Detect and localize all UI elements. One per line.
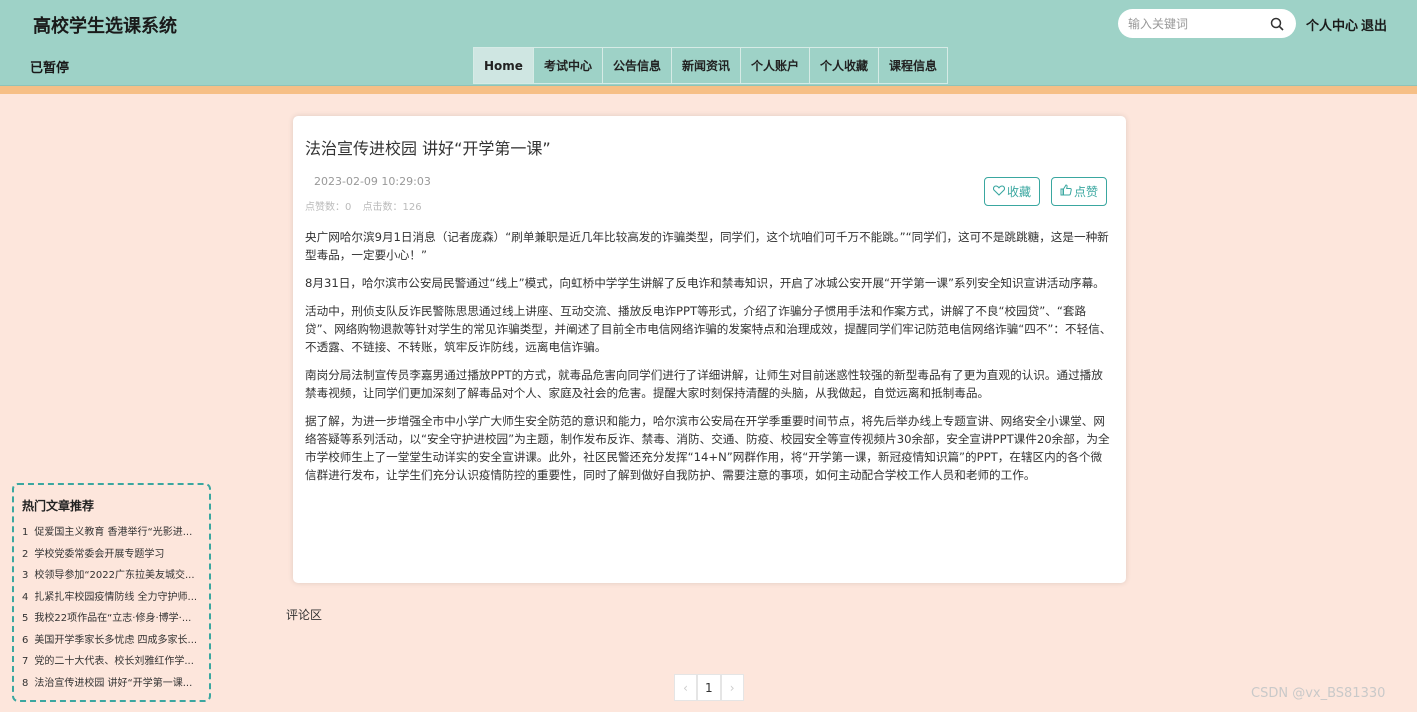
header-stripe [0, 86, 1417, 94]
pagination: ‹ 1 › [674, 674, 744, 701]
main-nav: Home 考试中心 公告信息 新闻资讯 个人账户 个人收藏 课程信息 [473, 47, 949, 84]
hot-articles-title: 热门文章推荐 [22, 499, 95, 513]
hot-article-number: 8 [22, 677, 29, 689]
article-paragraph: 南岗分局法制宣传员李嘉男通过播放PPT的方式，就毒品危害向同学们进行了详细讲解，… [305, 368, 1103, 400]
hot-article-title: 校领导参加“2022广东拉美友城交... [34, 570, 195, 581]
nav-account[interactable]: 个人账户 [739, 47, 809, 84]
nav-home[interactable]: Home [473, 47, 533, 84]
search-box [1118, 9, 1296, 38]
hot-article-title: 促爱国主义教育 香港举行“光影进... [34, 527, 193, 538]
hot-article-number: 5 [22, 613, 29, 624]
like-count: 点赞数：0 [305, 202, 352, 213]
nav-exam-center[interactable]: 考试中心 [532, 47, 602, 84]
header: 高校学生选课系统 已暂停 个人中心 退出 Home 考试中心 公告信息 新闻资讯… [0, 0, 1417, 86]
article-paragraph: 央广网哈尔滨9月1日消息（记者庞森）“刷单兼职是近几年比较高发的诈骗类型，同学们… [305, 230, 1109, 262]
hot-article-number: 6 [22, 634, 29, 646]
favorite-button[interactable]: 收藏 [984, 177, 1040, 206]
nav-favorites[interactable]: 个人收藏 [809, 47, 879, 84]
nav-announcements[interactable]: 公告信息 [601, 47, 671, 84]
like-label: 点赞 [1073, 185, 1098, 199]
page-number-button[interactable]: 1 [697, 674, 721, 701]
hot-article-title: 学校党委常委会开展专题学习 [34, 548, 165, 560]
hot-articles-panel: 热门文章推荐 1 促爱国主义教育 香港举行“光影进... 2 学校党委常委会开展专题… [12, 483, 211, 702]
hot-article-title: 法治宣传进校园 讲好“开学第一课... [34, 677, 193, 689]
article-date: 2023-02-09 10:29:03 [314, 175, 431, 188]
click-count: 点击数：126 [362, 202, 422, 213]
hot-article-number: 7 [22, 656, 29, 667]
article-card: 法治宣传进校园 讲好“开学第一课” 2023-02-09 10:29:03 点赞… [293, 116, 1126, 583]
personal-center-link[interactable]: 个人中心 [1306, 15, 1358, 34]
article-body: 央广网哈尔滨9月1日消息（记者庞森）“刷单兼职是近几年比较高发的诈骗类型，同学们… [305, 228, 1113, 494]
logout-link[interactable]: 退出 [1361, 15, 1387, 34]
hot-article-item[interactable]: 5 我校22项作品在“立志·修身·博学·... [22, 608, 206, 630]
article-paragraph: 8月31日，哈尔滨市公安局民警通过“线上”模式，向虹桥中学学生讲解了反电诈和禁毒… [305, 276, 1105, 290]
like-button[interactable]: 点赞 [1051, 177, 1107, 206]
search-icon[interactable] [1270, 16, 1286, 32]
heart-icon [992, 184, 1006, 199]
search-input[interactable] [1128, 16, 1268, 31]
article-stats: 点赞数：0 点击数：126 [305, 198, 430, 213]
article-paragraph: 活动中，刑侦支队反诈民警陈思思通过线上讲座、互动交流、播放反电诈PPT等形式，介… [305, 304, 1112, 354]
comments-label: 评论区 [286, 608, 323, 622]
hot-article-number: 2 [22, 548, 29, 560]
hot-article-number: 4 [22, 591, 29, 603]
hot-article-item[interactable]: 8 法治宣传进校园 讲好“开学第一课... [22, 673, 206, 695]
next-page-button[interactable]: › [720, 674, 744, 701]
hot-article-number: 1 [22, 527, 29, 538]
hot-article-item[interactable]: 6 美国开学季家长多忧虑 四成多家长... [22, 630, 206, 652]
hot-article-item[interactable]: 4 扎紧扎牢校园疫情防线 全力守护师... [22, 587, 206, 609]
hot-article-title: 党的二十大代表、校长刘雅红作学... [34, 656, 194, 667]
hot-article-title: 美国开学季家长多忧虑 四成多家长... [34, 634, 198, 646]
watermark: CSDN @vx_BS81330 [1251, 686, 1386, 701]
favorite-label: 收藏 [1006, 185, 1031, 199]
hot-article-title: 扎紧扎牢校园疫情防线 全力守护师... [34, 591, 198, 603]
thumbs-up-icon [1060, 184, 1072, 199]
hot-article-item[interactable]: 1 促爱国主义教育 香港举行“光影进... [22, 522, 206, 544]
prev-page-button[interactable]: ‹ [674, 674, 697, 701]
hot-article-title: 我校22项作品在“立志·修身·博学·... [34, 613, 192, 624]
article-paragraph: 据了解，为进一步增强全市中小学广大师生安全防范的意识和能力，哈尔滨市公安局在开学… [305, 414, 1110, 482]
user-label: 已暂停 [30, 61, 70, 76]
nav-courses[interactable]: 课程信息 [878, 47, 949, 84]
nav-news[interactable]: 新闻资讯 [670, 47, 740, 84]
site-title: 高校学生选课系统 [33, 16, 177, 37]
hot-article-item[interactable]: 3 校领导参加“2022广东拉美友城交... [22, 565, 206, 587]
hot-article-number: 3 [22, 570, 29, 581]
hot-article-item[interactable]: 2 学校党委常委会开展专题学习 [22, 544, 206, 566]
hot-article-item[interactable]: 7 党的二十大代表、校长刘雅红作学... [22, 651, 206, 673]
article-title: 法治宣传进校园 讲好“开学第一课” [305, 139, 551, 158]
